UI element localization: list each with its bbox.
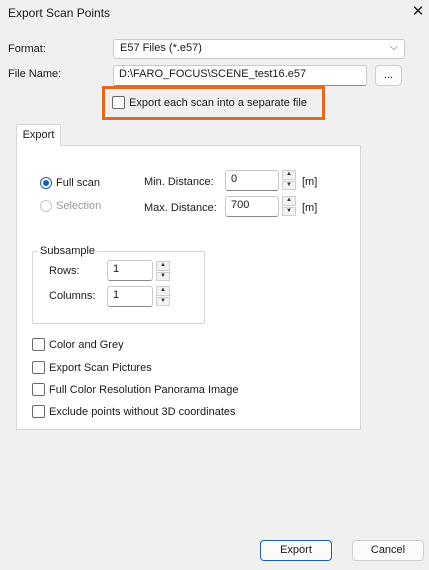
option-label: Full Color Resolution Panorama Image	[49, 383, 239, 396]
export-button[interactable]: Export	[260, 540, 332, 561]
columns-input[interactable]: 1	[107, 286, 153, 307]
max-distance-label: Max. Distance:	[144, 202, 217, 214]
rows-label: Rows:	[49, 265, 80, 277]
color-grey-checkbox[interactable]	[32, 338, 45, 351]
browse-button[interactable]: ...	[375, 65, 402, 86]
min-distance-input[interactable]: 0	[225, 170, 279, 191]
selection-label: Selection	[56, 200, 102, 212]
scan-pictures-checkbox[interactable]	[32, 361, 45, 374]
max-distance-unit: [m]	[302, 202, 318, 214]
rows-spinner[interactable]: ▲ ▼	[156, 261, 170, 281]
spin-up-icon[interactable]: ▲	[282, 170, 296, 180]
option-panorama[interactable]: Full Color Resolution Panorama Image	[32, 383, 239, 396]
tab-export[interactable]: Export	[16, 124, 61, 146]
panorama-checkbox[interactable]	[32, 383, 45, 396]
option-color-grey[interactable]: Color and Grey	[32, 338, 124, 351]
spin-down-icon[interactable]: ▼	[156, 271, 170, 281]
max-distance-input[interactable]: 700	[225, 196, 279, 217]
min-distance-label: Min. Distance:	[144, 176, 214, 188]
min-distance-unit: [m]	[302, 176, 318, 188]
max-distance-spinner[interactable]: ▲ ▼	[282, 196, 296, 216]
format-value: E57 Files (*.e57)	[120, 42, 202, 54]
full-scan-radio-row[interactable]: Full scan	[40, 177, 100, 189]
option-exclude-points[interactable]: Exclude points without 3D coordinates	[32, 405, 236, 418]
columns-spinner[interactable]: ▲ ▼	[156, 286, 170, 306]
selection-radio-row: Selection	[40, 200, 101, 212]
full-scan-radio[interactable]	[40, 177, 52, 189]
spin-up-icon[interactable]: ▲	[156, 286, 170, 296]
exclude-points-checkbox[interactable]	[32, 405, 45, 418]
close-icon[interactable]: ✕	[409, 3, 427, 21]
spin-down-icon[interactable]: ▼	[282, 180, 296, 190]
filename-input[interactable]: D:\FARO_FOCUS\SCENE_test16.e57	[113, 65, 367, 86]
option-label: Color and Grey	[49, 338, 124, 351]
selection-radio	[40, 200, 52, 212]
separate-file-checkbox-row[interactable]: Export each scan into a separate file	[112, 96, 307, 109]
spin-down-icon[interactable]: ▼	[156, 296, 170, 306]
separate-file-label: Export each scan into a separate file	[129, 96, 307, 109]
spin-down-icon[interactable]: ▼	[282, 206, 296, 216]
chevron-down-icon: ⌵	[389, 41, 398, 53]
subsample-label: Subsample	[38, 245, 98, 257]
spin-up-icon[interactable]: ▲	[156, 261, 170, 271]
cancel-button[interactable]: Cancel	[352, 540, 424, 561]
min-distance-spinner[interactable]: ▲ ▼	[282, 170, 296, 190]
filename-label: File Name:	[8, 68, 62, 80]
full-scan-label: Full scan	[56, 177, 101, 189]
option-label: Export Scan Pictures	[49, 361, 152, 374]
rows-input[interactable]: 1	[107, 260, 153, 281]
columns-label: Columns:	[49, 290, 96, 302]
option-scan-pictures[interactable]: Export Scan Pictures	[32, 361, 152, 374]
window-title: Export Scan Points	[8, 6, 111, 20]
format-label: Format:	[8, 43, 46, 55]
spin-up-icon[interactable]: ▲	[282, 196, 296, 206]
format-select[interactable]: E57 Files (*.e57) ⌵	[113, 39, 405, 59]
separate-file-checkbox[interactable]	[112, 96, 125, 109]
option-label: Exclude points without 3D coordinates	[49, 405, 236, 418]
